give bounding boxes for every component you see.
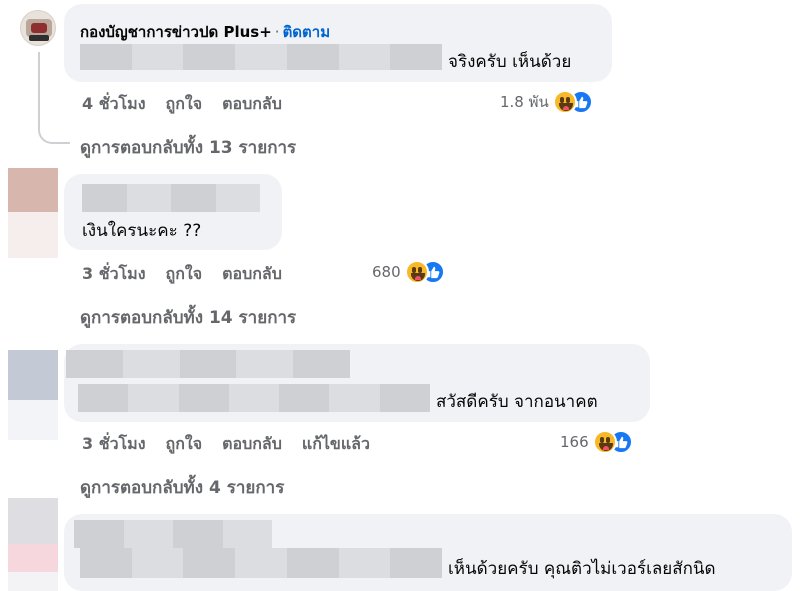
like-action[interactable]: ถูกใจ bbox=[166, 92, 203, 117]
view-replies-link[interactable]: ดูการตอบกลับทั้ง 14 รายการ bbox=[80, 304, 296, 331]
comment-author: กองบัญชาการข่าวปด Plus+ · ติดตาม bbox=[80, 20, 330, 44]
reaction-count: 166 bbox=[560, 433, 589, 451]
separator: · bbox=[274, 23, 280, 41]
reaction-summary[interactable]: 166 bbox=[560, 430, 633, 454]
redacted-text bbox=[80, 548, 443, 578]
redacted-name bbox=[82, 184, 260, 212]
timestamp-link[interactable]: 3 ชั่วโมง bbox=[82, 432, 146, 457]
timestamp-link[interactable]: 3 ชั่วโมง bbox=[82, 262, 146, 287]
reply-action[interactable]: ตอบกลับ bbox=[222, 432, 282, 457]
comment-actions: 3 ชั่วโมง ถูกใจ ตอบกลับ แก้ไขแล้ว bbox=[82, 432, 390, 457]
view-replies-link[interactable]: ดูการตอบกลับทั้ง 4 รายการ bbox=[80, 474, 284, 501]
haha-emoji-icon bbox=[552, 90, 577, 114]
like-action[interactable]: ถูกใจ bbox=[166, 432, 203, 457]
reaction-count: 680 bbox=[372, 263, 401, 281]
avatar-redacted bbox=[8, 350, 58, 440]
avatar-redacted bbox=[8, 498, 58, 591]
comment-actions: 3 ชั่วโมง ถูกใจ ตอบกลับ bbox=[82, 262, 302, 287]
follow-link[interactable]: ติดตาม bbox=[283, 23, 331, 41]
author-name[interactable]: กองบัญชาการข่าวปด Plus+ bbox=[80, 23, 272, 41]
redacted-name bbox=[74, 520, 272, 548]
comment-text: สวัสดีครับ จากอนาคต bbox=[436, 392, 598, 412]
reaction-summary[interactable]: 680 bbox=[372, 260, 445, 284]
comment-text: จริงครับ เห็นด้วย bbox=[448, 52, 572, 72]
reply-action[interactable]: ตอบกลับ bbox=[222, 262, 282, 287]
haha-emoji-icon bbox=[592, 430, 617, 454]
redacted-text bbox=[78, 384, 430, 412]
haha-emoji-icon bbox=[404, 260, 429, 284]
redacted-text bbox=[80, 44, 443, 70]
reply-action[interactable]: ตอบกลับ bbox=[222, 92, 282, 117]
comment-text: เงินใครนะคะ ?? bbox=[82, 221, 202, 241]
comment-actions: 4 ชั่วโมง ถูกใจ ตอบกลับ bbox=[82, 92, 302, 117]
avatar[interactable] bbox=[20, 10, 56, 46]
reaction-summary[interactable]: 1.8 พัน bbox=[500, 90, 593, 114]
comment-text: เห็นด้วยครับ คุณติวไม่เวอร์เลยสักนิด bbox=[448, 559, 716, 579]
view-replies-link[interactable]: ดูการตอบกลับทั้ง 13 รายการ bbox=[80, 134, 296, 161]
redacted-name bbox=[66, 350, 350, 378]
reaction-count: 1.8 พัน bbox=[500, 93, 549, 111]
like-action[interactable]: ถูกใจ bbox=[166, 262, 203, 287]
timestamp-link[interactable]: 4 ชั่วโมง bbox=[82, 92, 146, 117]
edited-label[interactable]: แก้ไขแล้ว bbox=[302, 432, 370, 457]
avatar-redacted bbox=[8, 168, 58, 258]
